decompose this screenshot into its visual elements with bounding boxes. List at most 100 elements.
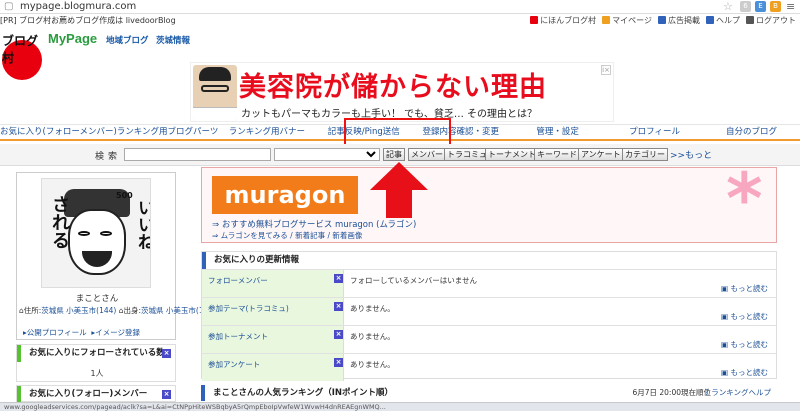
search-more-link[interactable]: >>もっと <box>670 148 712 161</box>
search-category-button[interactable]: カテゴリー <box>622 148 668 161</box>
following-box: お気に入り(フォロー)メンバー × <box>16 385 176 403</box>
blogmura-logo[interactable]: ブログ村 <box>0 28 44 80</box>
following-title: お気に入り(フォロー)メンバー <box>17 386 175 403</box>
ad-person-image <box>193 65 237 121</box>
update-row-label[interactable]: 参加トーナメント <box>202 326 344 353</box>
ranking-date: 6月7日 20:00現在順位 <box>632 388 711 397</box>
top-link-ad[interactable]: 広告掲載 <box>658 15 700 27</box>
mypage-title[interactable]: MyPage <box>48 31 97 46</box>
extension-icon[interactable]: 6 <box>740 1 751 12</box>
search-category-select[interactable] <box>274 148 380 161</box>
read-more-icon: ▣ <box>721 312 729 321</box>
nav-tab-my-blog[interactable]: 自分のブログ <box>703 125 800 141</box>
search-tournament-button[interactable]: トーナメント <box>485 148 539 161</box>
pr-line: [PR] ブログ村お薦めブログ作成は livedoorBlog <box>0 15 176 27</box>
read-more-icon: ▣ <box>721 284 729 293</box>
profile-links: ▸公開プロフィール ▸イメージ登録 <box>23 327 140 338</box>
read-more-icon: ▣ <box>721 368 729 377</box>
top-link-mypage[interactable]: マイページ <box>602 15 652 27</box>
read-more-link[interactable]: ▣ もっと読む <box>721 367 768 378</box>
update-row-value: ありません。 <box>350 304 395 313</box>
ranking-header: まことさんの人気ランキング（INポイント順） 6月7日 20:00現在順位 ? … <box>201 385 777 401</box>
top-link-logout[interactable]: ログアウト <box>746 15 796 27</box>
avatar-text: 500 <box>116 191 133 200</box>
profile-card: いいね される 500 まことさん ⌂住所:茨城県 小美玉市(144) ⌂出身:… <box>16 172 216 340</box>
profile-location: ⌂住所:茨城県 小美玉市(144) ⌂出身:茨城県 小美玉市(144) <box>19 306 217 315</box>
search-tracomu-button[interactable]: トラコミュ <box>444 148 490 161</box>
tab-region-blog[interactable]: 地域ブログ <box>106 34 149 46</box>
top-link-nihon-blogmura[interactable]: にほんブログ村 <box>530 15 596 27</box>
read-more-link[interactable]: ▣ もっと読む <box>721 283 768 294</box>
update-row-value: フォローしているメンバーはいません <box>350 276 478 285</box>
read-more-link[interactable]: ▣ もっと読む <box>721 311 768 322</box>
search-keyword-button[interactable]: キーワード <box>534 148 580 161</box>
public-profile-link[interactable]: 公開プロフィール <box>27 328 87 337</box>
close-icon[interactable]: × <box>162 390 171 399</box>
pr-link[interactable]: ブログ村お薦めブログ作成は livedoorBlog <box>19 16 175 25</box>
logout-icon <box>746 16 754 24</box>
update-row-label[interactable]: 参加テーマ(トラコミュ) <box>202 298 344 325</box>
extension-icon[interactable]: B <box>770 1 781 12</box>
close-icon[interactable]: × <box>334 358 343 367</box>
ad-banner[interactable]: 美容院が儲からない理由 カットもパーマもカラーも上手い！ でも、貧乏… その理由… <box>190 62 614 122</box>
pr-label: [PR] <box>0 16 17 25</box>
muragon-banner[interactable]: muragon ⇒ おすすめ無料ブログサービス muragon (ムラゴン) ⇒… <box>201 158 777 243</box>
favorites-updates: お気に入りの更新情報 フォローメンバー × フォローしているメンバーはいません … <box>201 251 777 381</box>
nav-tab-favorites[interactable]: お気に入り(フォローメンバー) <box>0 125 117 141</box>
ad-headline: 美容院が儲からない理由 <box>239 72 547 102</box>
update-row-value: ありません。 <box>350 332 395 341</box>
top-links: にほんブログ村 マイページ 広告掲載 ヘルプ ログアウト <box>530 15 796 27</box>
read-more-link[interactable]: ▣ もっと読む <box>721 339 768 350</box>
updates-title: お気に入りの更新情報 <box>202 252 776 269</box>
search-survey-button[interactable]: アンケート <box>578 148 624 161</box>
ranking-title: まことさんの人気ランキング（INポイント順） <box>213 388 394 398</box>
browser-status-bar: www.googleadservices.com/pagead/aclk?sa=… <box>0 402 800 411</box>
nav-tab-banner[interactable]: ランキング用バナー <box>218 125 316 141</box>
read-more-icon: ▣ <box>721 340 729 349</box>
extension-icon[interactable]: E <box>755 1 766 12</box>
user-icon <box>602 16 611 24</box>
image-register-link[interactable]: イメージ登録 <box>95 328 140 337</box>
address-field[interactable]: mypage.blogmura.com <box>20 1 136 12</box>
red-arrow-icon <box>370 162 428 218</box>
update-row: 参加トーナメント × ありません。 ▣ もっと読む <box>202 325 776 353</box>
close-icon[interactable]: × <box>334 330 343 339</box>
followers-title: お気に入りにフォローされている数 <box>17 345 175 362</box>
residence-link[interactable]: 茨城県 小美玉市(144) <box>41 306 116 315</box>
close-icon[interactable]: × <box>334 274 343 283</box>
help-icon: ? <box>704 388 709 397</box>
ranking-help-link[interactable]: ? ランキングヘルプ <box>705 385 771 401</box>
close-icon[interactable]: × <box>334 302 343 311</box>
page-icon: ▢ <box>4 1 14 12</box>
followers-box: お気に入りにフォローされている数 × 1人 <box>16 344 176 382</box>
avatar-text: される <box>49 195 70 249</box>
muragon-logo[interactable]: muragon <box>212 176 358 214</box>
nav-tab-blog-parts[interactable]: ランキング用ブログパーツ <box>116 125 218 141</box>
search-input[interactable] <box>124 148 271 161</box>
bookmark-star-icon[interactable]: ☆ <box>723 0 733 13</box>
help-icon <box>706 16 714 24</box>
asterisk-icon: * <box>726 158 763 240</box>
profile-avatar[interactable]: いいね される 500 <box>41 178 151 288</box>
search-label: 検索 <box>95 152 122 162</box>
update-row: 参加アンケート × ありません。 ▣ もっと読む <box>202 353 776 381</box>
avatar-text: いいね <box>134 199 151 250</box>
top-link-help[interactable]: ヘルプ <box>706 15 740 27</box>
profile-name: まことさん <box>75 294 119 304</box>
nav-tab-settings[interactable]: 管理・設定 <box>509 125 607 141</box>
update-row-label[interactable]: フォローメンバー <box>202 270 344 297</box>
blogmura-icon <box>530 16 539 24</box>
ad-choices-icon[interactable]: i× <box>601 65 611 75</box>
update-row-value: ありません。 <box>350 360 395 369</box>
ad-icon <box>658 16 666 24</box>
browser-address-bar: ▢ mypage.blogmura.com ☆ 6 E B ≡ <box>0 0 800 14</box>
close-icon[interactable]: × <box>162 349 171 358</box>
tab-ibaraki-info[interactable]: 茨城情報 <box>156 34 190 46</box>
browser-menu-icon[interactable]: ≡ <box>786 0 795 13</box>
followers-count: 1人 <box>90 369 104 378</box>
update-row-label[interactable]: 参加アンケート <box>202 354 344 381</box>
logo-text: ブログ村 <box>2 34 39 65</box>
update-row: 参加テーマ(トラコミュ) × ありません。 ▣ もっと読む <box>202 297 776 325</box>
muragon-sub-links[interactable]: ⇒ ムラゴンを見てみる / 新着記事 / 新着画像 <box>212 230 362 241</box>
nav-tab-profile[interactable]: プロフィール <box>606 125 704 141</box>
